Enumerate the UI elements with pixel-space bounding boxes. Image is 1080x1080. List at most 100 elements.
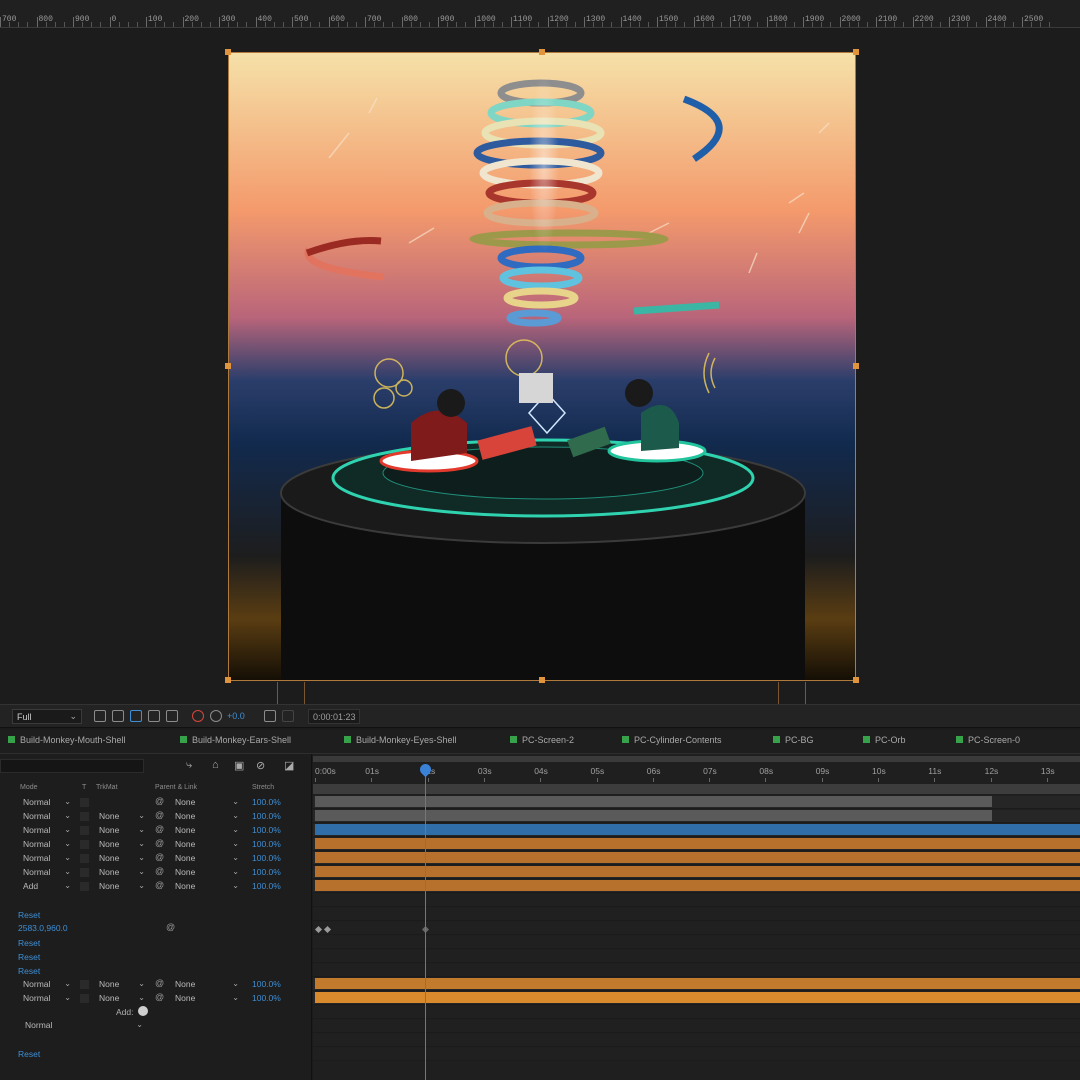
trkmat-dropdown[interactable]: None ⌄ (96, 979, 148, 991)
transform-handle[interactable] (225, 677, 231, 683)
trkmat-dropdown[interactable]: None ⌄ (96, 881, 148, 893)
parent-dropdown[interactable]: None ⌄ (172, 825, 242, 837)
trkmat-dropdown[interactable]: None ⌄ (96, 825, 148, 837)
reset-link[interactable]: Reset (18, 952, 40, 962)
current-time-display[interactable]: 0:00:01:23 (308, 709, 360, 724)
stretch-value[interactable]: 100.0% (252, 881, 281, 891)
trkmat-dropdown[interactable]: None ⌄ (96, 993, 148, 1005)
tab-build-monkey-eyes-shell[interactable]: Build-Monkey-Eyes-Shell (344, 735, 457, 745)
blend-mode-dropdown[interactable]: Normal ⌄ (22, 1020, 146, 1032)
snapshot-icon[interactable] (282, 710, 294, 722)
layer-duration-bar[interactable] (315, 824, 1080, 835)
trkmat-dropdown[interactable]: None ⌄ (96, 839, 148, 851)
composition-viewer[interactable] (0, 28, 1080, 704)
stretch-value[interactable]: 100.0% (252, 979, 281, 989)
parent-dropdown[interactable]: None ⌄ (172, 993, 242, 1005)
pick-whip-icon[interactable]: @ (166, 922, 175, 932)
transform-handle[interactable] (539, 49, 545, 55)
region-of-interest-icon[interactable] (94, 710, 106, 722)
parent-dropdown[interactable]: None ⌄ (172, 853, 242, 865)
parent-pick-whip-icon[interactable]: @ (155, 810, 164, 820)
timeline-panel[interactable]: 0:00s01s02s03s04s05s06s07s08s09s10s11s12… (313, 754, 1080, 1080)
stretch-value[interactable]: 100.0% (252, 867, 281, 877)
tab-build-monkey-mouth-shell[interactable]: Build-Monkey-Mouth-Shell (8, 735, 126, 745)
motion-blur-icon[interactable]: ▣ (234, 759, 244, 772)
mode-dropdown[interactable]: Normal ⌄ (20, 839, 75, 851)
parent-pick-whip-icon[interactable]: @ (155, 838, 164, 848)
stretch-value[interactable]: 100.0% (252, 825, 281, 835)
mask-visibility-icon[interactable] (130, 710, 142, 722)
preserve-transparency-checkbox[interactable] (80, 882, 89, 891)
parent-pick-whip-icon[interactable]: @ (155, 880, 164, 890)
reset-link[interactable]: Reset (18, 966, 40, 976)
transform-handle[interactable] (539, 677, 545, 683)
layer-row[interactable]: Normal ⌄ None ⌄ @ None ⌄ 100.0% (0, 992, 312, 1006)
shy-layers-icon[interactable]: ⤷ (186, 759, 192, 772)
transparency-grid-icon[interactable] (112, 710, 124, 722)
parent-pick-whip-icon[interactable]: @ (155, 796, 164, 806)
trkmat-dropdown[interactable]: None ⌄ (96, 853, 148, 865)
reset-link[interactable]: Reset (18, 910, 40, 920)
mode-dropdown[interactable]: Normal ⌄ (20, 867, 75, 879)
parent-pick-whip-icon[interactable]: @ (155, 824, 164, 834)
exposure-icon[interactable] (210, 710, 222, 722)
parent-pick-whip-icon[interactable]: @ (155, 992, 164, 1002)
composition-flowchart-icon[interactable]: ◪ (284, 759, 294, 772)
parent-dropdown[interactable]: None ⌄ (172, 811, 242, 823)
transform-handle[interactable] (225, 49, 231, 55)
add-menu-icon[interactable] (138, 1006, 148, 1016)
preserve-transparency-checkbox[interactable] (80, 812, 89, 821)
composition-frame[interactable] (228, 52, 856, 681)
preserve-transparency-checkbox[interactable] (80, 868, 89, 877)
parent-pick-whip-icon[interactable]: @ (155, 978, 164, 988)
tab-pc-screen-0[interactable]: PC-Screen-0 (956, 735, 1020, 745)
tab-build-monkey-ears-shell[interactable]: Build-Monkey-Ears-Shell (180, 735, 291, 745)
parent-pick-whip-icon[interactable]: @ (155, 866, 164, 876)
parent-dropdown[interactable]: None ⌄ (172, 839, 242, 851)
parent-dropdown[interactable]: None ⌄ (172, 881, 242, 893)
color-management-icon[interactable] (192, 710, 204, 722)
transform-handle[interactable] (225, 363, 231, 369)
guides-icon[interactable] (148, 710, 160, 722)
stretch-value[interactable]: 100.0% (252, 993, 281, 1003)
layer-row[interactable]: Normal ⌄ None ⌄ @ None ⌄ 100.0% (0, 838, 312, 852)
layer-row[interactable]: Normal ⌄ None ⌄ @ None ⌄ 100.0% (0, 852, 312, 866)
work-area-range[interactable] (313, 784, 1080, 794)
trkmat-dropdown[interactable]: None ⌄ (96, 811, 148, 823)
mode-dropdown[interactable]: Normal ⌄ (20, 979, 75, 991)
playhead-line[interactable] (425, 764, 426, 1080)
layer-search-input[interactable] (0, 759, 144, 773)
channel-icon[interactable] (166, 710, 178, 722)
camera-icon[interactable] (264, 710, 276, 722)
layer-row[interactable]: Add ⌄ None ⌄ @ None ⌄ 100.0% (0, 880, 312, 894)
mode-dropdown[interactable]: Normal ⌄ (20, 853, 75, 865)
mode-dropdown[interactable]: Normal ⌄ (20, 993, 75, 1005)
layer-duration-bar[interactable] (315, 838, 1080, 849)
preserve-transparency-checkbox[interactable] (80, 840, 89, 849)
layer-duration-bar[interactable] (315, 796, 993, 807)
parent-dropdown[interactable]: None ⌄ (172, 797, 242, 809)
graph-editor-icon[interactable]: ⊘ (256, 759, 265, 772)
trkmat-dropdown[interactable]: None ⌄ (96, 867, 148, 879)
tab-pc-bg[interactable]: PC-BG (773, 735, 814, 745)
transform-handle[interactable] (853, 49, 859, 55)
parent-dropdown[interactable]: None ⌄ (172, 867, 242, 879)
layer-row[interactable]: Normal ⌄ None ⌄ @ None ⌄ 100.0% (0, 810, 312, 824)
layer-duration-bar[interactable] (315, 852, 1080, 863)
exposure-value[interactable]: +0.0 (227, 711, 245, 721)
reset-link[interactable]: Reset (18, 938, 40, 948)
layer-duration-bar[interactable] (315, 880, 1080, 891)
horizontal-ruler[interactable]: 700 800 900 0 100 200 300 400 500 600 700 800 900 100… (0, 0, 1080, 28)
layer-duration-bar[interactable] (315, 810, 993, 821)
parent-pick-whip-icon[interactable]: @ (155, 852, 164, 862)
tab-pc-screen-2[interactable]: PC-Screen-2 (510, 735, 574, 745)
transform-handle[interactable] (853, 677, 859, 683)
layer-row[interactable]: Normal ⌄ @ None ⌄ 100.0% (0, 796, 312, 810)
preserve-transparency-checkbox[interactable] (80, 826, 89, 835)
mode-dropdown[interactable]: Normal ⌄ (20, 811, 75, 823)
frame-blending-icon[interactable]: ⌂ (212, 759, 219, 771)
preserve-transparency-checkbox[interactable] (80, 854, 89, 863)
reset-link[interactable]: Reset (18, 1049, 40, 1059)
stretch-value[interactable]: 100.0% (252, 797, 281, 807)
stretch-value[interactable]: 100.0% (252, 853, 281, 863)
